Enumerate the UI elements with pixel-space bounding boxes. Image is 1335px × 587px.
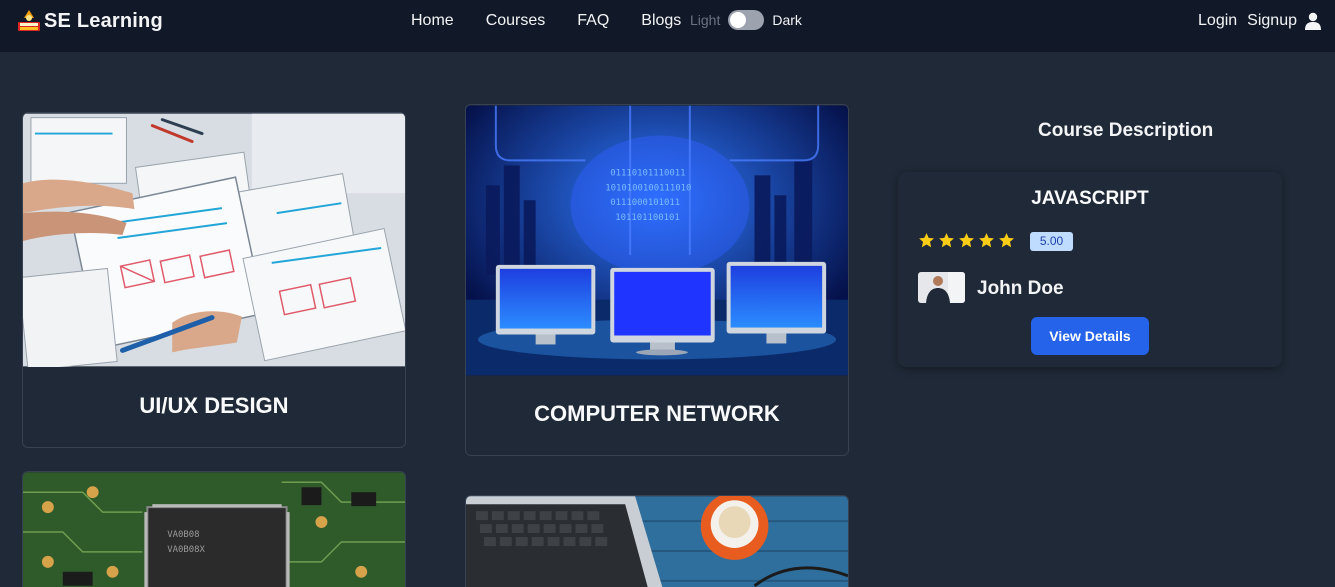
- course-description-heading: Course Description: [1038, 120, 1214, 141]
- course-name: JAVASCRIPT: [1031, 188, 1149, 209]
- svg-text:1010100100111010: 1010100100111010: [605, 183, 691, 193]
- brand[interactable]: SE Learning: [16, 8, 163, 34]
- theme-switch[interactable]: [728, 10, 765, 30]
- switch-knob: [730, 12, 747, 28]
- star-icon: [919, 233, 934, 248]
- course-card-hardware[interactable]: VA0B08 VA0B08X: [22, 471, 406, 587]
- theme-toggle: Light Dark: [690, 10, 802, 30]
- svg-text:0111000101011: 0111000101011: [610, 198, 680, 208]
- login-link[interactable]: Login: [1198, 12, 1237, 30]
- main-nav: Home Courses FAQ Blogs: [411, 12, 697, 30]
- svg-text:101101100101: 101101100101: [615, 213, 680, 223]
- nav-home[interactable]: Home: [411, 12, 454, 30]
- course-card-network[interactable]: 01110101110011 1010100100111010 01110001…: [465, 104, 849, 456]
- signup-link[interactable]: Signup: [1247, 12, 1297, 30]
- auth-links: Login Signup: [1188, 12, 1321, 30]
- instructor-name: John Doe: [977, 278, 1064, 299]
- laptop-coffee-image: [466, 496, 848, 587]
- star-rating: [918, 232, 1015, 249]
- nav-courses[interactable]: Courses: [486, 12, 546, 30]
- dark-label: Dark: [772, 12, 802, 28]
- nav-faq[interactable]: FAQ: [577, 12, 609, 30]
- circuit-board-image: VA0B08 VA0B08X: [23, 472, 405, 587]
- svg-text:VA0B08X: VA0B08X: [167, 545, 205, 555]
- nav-blogs[interactable]: Blogs: [641, 12, 681, 30]
- course-title-network: COMPUTER NETWORK: [534, 401, 780, 426]
- svg-text:VA0B08: VA0B08: [167, 530, 199, 540]
- course-card-programming[interactable]: [465, 495, 849, 587]
- instructor-avatar: [918, 272, 965, 303]
- course-description-card: JAVASCRIPT 5.00 John Doe View Details: [898, 172, 1282, 367]
- star-icon: [959, 233, 974, 248]
- network-computers-image: 01110101110011 1010100100111010 01110001…: [466, 105, 848, 376]
- course-title-uiux: UI/UX DESIGN: [139, 393, 289, 418]
- light-label: Light: [690, 12, 721, 28]
- view-details-button[interactable]: View Details: [1031, 317, 1149, 355]
- navbar: SE Learning Home Courses FAQ Blogs Light…: [0, 0, 1335, 52]
- brand-name: SE Learning: [44, 9, 163, 32]
- star-icon: [999, 233, 1014, 248]
- star-icon: [979, 233, 994, 248]
- uiux-wireframe-image: [23, 113, 405, 367]
- book-lamp-logo-icon: [18, 10, 40, 31]
- course-card-uiux[interactable]: UI/UX DESIGN: [22, 112, 406, 448]
- user-icon[interactable]: [1305, 12, 1321, 30]
- star-icon: [939, 233, 954, 248]
- rating-badge: 5.00: [1030, 232, 1073, 251]
- svg-text:01110101110011: 01110101110011: [610, 168, 685, 178]
